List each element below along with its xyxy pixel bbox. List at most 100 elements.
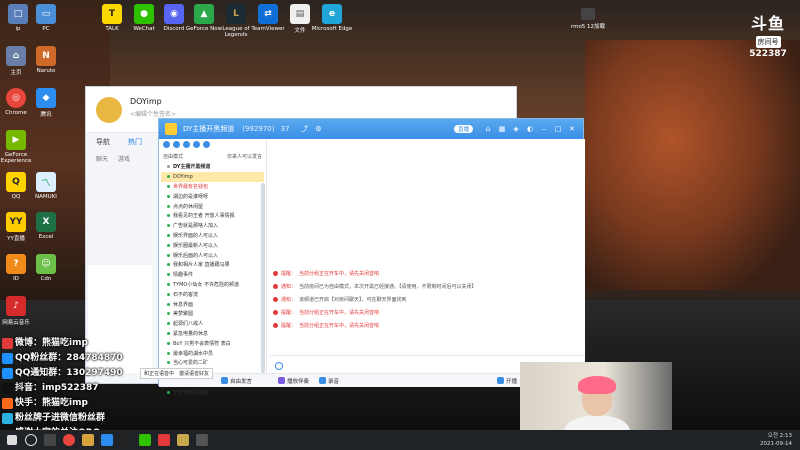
add-icon[interactable] <box>173 141 180 148</box>
tip-left[interactable]: 和正在语音中 <box>144 370 174 377</box>
room-item[interactable]: 休息界面 <box>161 299 264 309</box>
gamepad-icon[interactable]: ◈ <box>511 125 521 133</box>
desktop-icon-edge[interactable]: e Microsoft Edge <box>310 4 354 32</box>
channel-titlebar[interactable]: DY主播开黑频道 (992970) 37 ⤴ ⚙ 直播 ⌂ ▦ ◈ ◐ – □ … <box>159 119 583 139</box>
desktop-icon-geforce-experience[interactable]: ▶ GeForce Experience <box>0 130 38 164</box>
room-item[interactable]: 娱乐圈最新人可以入 <box>161 240 264 250</box>
wechat-icon: ● <box>134 4 154 24</box>
mic-mode-icon <box>221 377 228 384</box>
skin-icon[interactable]: ◐ <box>525 125 535 133</box>
room-item[interactable]: 广告就是那啥人加入 <box>161 221 264 231</box>
message-label: 提醒： <box>281 271 297 277</box>
avatar[interactable] <box>96 97 122 123</box>
desktop-icon-excel[interactable]: X Excel <box>24 212 68 240</box>
douyu-logo: 斗鱼 <box>750 14 785 33</box>
list-icon[interactable] <box>193 141 200 148</box>
naruto-icon: N <box>36 46 56 66</box>
room-item[interactable]: 世界最有名钱包 <box>161 182 264 192</box>
user-icon[interactable] <box>163 141 170 148</box>
sidebar-scrollbar[interactable] <box>261 183 265 373</box>
room-item[interactable]: BoY 只男不会表情符 表白 <box>161 338 264 348</box>
channel-window: DY主播开黑频道 (992970) 37 ⤴ ⚙ 直播 ⌂ ▦ ◈ ◐ – □ … <box>158 118 585 396</box>
free-speak-button[interactable]: 自由发言 <box>221 377 252 385</box>
broadcast-button[interactable]: 开播 <box>497 377 517 385</box>
minimize-icon[interactable]: – <box>539 125 549 133</box>
tab-nav[interactable]: 导航 <box>96 137 110 147</box>
broadcast-icon <box>497 377 505 384</box>
maximize-icon[interactable]: □ <box>553 125 563 133</box>
app-icon[interactable] <box>101 434 113 446</box>
search-icon[interactable] <box>203 141 210 148</box>
tip-right[interactable]: 邀请语音好友 <box>179 370 209 377</box>
alert-icon <box>273 323 278 328</box>
close-icon[interactable]: ✕ <box>567 125 577 133</box>
task-view-icon[interactable] <box>44 434 56 446</box>
room-item[interactable]: 湖边的是谁呀呀 <box>161 191 264 201</box>
member-count: 37 <box>280 125 290 133</box>
room-item[interactable]: DOYimp <box>161 171 264 182</box>
home-icon: ⌂ <box>6 46 26 66</box>
profile-signature[interactable]: <编辑个性签名> <box>130 109 176 118</box>
share-icon[interactable]: ⤴ <box>299 124 309 134</box>
qq-icon <box>2 353 13 364</box>
desktop-icon-rmo5[interactable]: rmo5 12加载 <box>566 8 610 30</box>
room-item[interactable]: 最幸福的湖水中员 <box>161 348 264 358</box>
room-item[interactable]: 娱乐界面的人可以入 <box>161 231 264 241</box>
mode-select[interactable]: 自由模式 <box>163 153 183 160</box>
room-item[interactable]: 美梦聚圆 <box>161 309 264 319</box>
desktop-icon-netease-music[interactable]: ♪ 网易云音乐 <box>0 296 38 326</box>
chrome-icon[interactable] <box>63 434 75 446</box>
home-icon[interactable]: ⌂ <box>483 125 493 133</box>
room-list: DY主播开黑频道 DOYimp 世界最有名钱包 湖边的是谁呀呀 点点的休闲屋 我看见的王者… <box>159 162 266 397</box>
message-list: 提醒： 当前分组正在开车中，请先关闭音响 通知： 当前房间已为自由模式，本次开黑已经接… <box>273 267 573 332</box>
desktop-icon-tencent[interactable]: ◆ 腾讯 <box>24 88 68 118</box>
search-icon[interactable] <box>25 434 37 446</box>
folder-icon[interactable] <box>82 434 94 446</box>
room-item[interactable]: 王记暂时的东西 <box>161 387 264 397</box>
room-item[interactable]: 娱乐后面的人可以入 <box>161 250 264 260</box>
desktop-icon-pc[interactable]: ▭ PC <box>24 4 68 32</box>
file-icon: ▤ <box>290 4 310 24</box>
grid-icon[interactable]: ▦ <box>497 125 507 133</box>
qq-icon: Q <box>6 172 26 192</box>
room-item[interactable]: 起源们八戒人 <box>161 319 264 329</box>
live-pill[interactable]: 直播 <box>453 125 473 133</box>
netease-music-icon[interactable] <box>158 434 170 446</box>
settings-icon[interactable]: ⚙ <box>313 125 323 133</box>
emoji-icon[interactable] <box>275 362 283 370</box>
system-clock[interactable]: 오전 2:13 2021-09-14 <box>760 432 792 448</box>
channel-title: DY主播开黑频道 <box>183 125 235 133</box>
alert-icon <box>273 284 278 289</box>
obs-icon[interactable] <box>196 434 208 446</box>
room-item[interactable]: 石不的客流 <box>161 289 264 299</box>
room-item[interactable]: 我看见的王者 开放人事情报 <box>161 211 264 221</box>
league-of-legends-icon[interactable] <box>177 434 189 446</box>
room-item[interactable]: 当心可爱的二矿 <box>161 358 264 368</box>
qq-icon <box>2 368 13 379</box>
record-button[interactable]: 录音 <box>319 377 339 385</box>
desktop-icon-naruto[interactable]: N Naruto <box>24 46 68 74</box>
mic-icon[interactable] <box>183 141 190 148</box>
room-item[interactable]: 我和相片人家 直播跟马果 <box>161 260 264 270</box>
sidebar-filter[interactable]: 自由模式 仅来人可以发言 <box>159 151 266 162</box>
play-music-button[interactable]: 播放伴奏 <box>278 377 309 385</box>
tab-hot[interactable]: 热门 <box>128 137 142 147</box>
room-item[interactable]: TYMO小仙女 不许危险的频道 <box>161 280 264 290</box>
desktop-icon-namuki[interactable]: 〽 NAMUKI <box>24 172 68 200</box>
desktop-icon-cdn[interactable]: ☺ Cdn <box>24 254 68 282</box>
room-group[interactable]: DY主播开黑频道 <box>161 162 264 172</box>
alert-icon <box>273 271 278 276</box>
wechat-icon[interactable] <box>139 434 151 446</box>
alert-icon <box>273 297 278 302</box>
subtab-game[interactable]: 游戏 <box>118 154 130 163</box>
room-item[interactable]: 紧急电量的休息 <box>161 329 264 339</box>
room-item[interactable]: 情趣事件 <box>161 270 264 280</box>
room-item[interactable]: 点点的休闲屋 <box>161 201 264 211</box>
subtab-chat[interactable]: 聊天 <box>96 154 108 163</box>
kuaishou-icon <box>2 398 13 409</box>
voice-tip-bar: 和正在语音中 邀请语音好友 <box>140 368 214 379</box>
windows-start-icon[interactable] <box>7 435 17 445</box>
channel-id: (992970) <box>242 125 275 133</box>
chat-panel: 提醒： 当前分组正在开车中，请先关闭音响 通知： 当前房间已为自由模式，本次开黑已经接… <box>269 139 585 387</box>
terminal-icon[interactable] <box>120 434 132 446</box>
